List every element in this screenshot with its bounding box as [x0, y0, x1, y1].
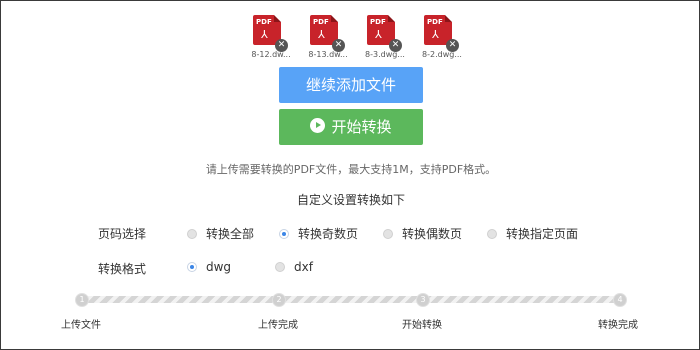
radio-checked-icon[interactable]	[187, 261, 197, 272]
radio-format-dxf[interactable]: dxf	[275, 260, 313, 274]
file-item[interactable]: PDF ⅄ ✕ 8-2.dwg...	[418, 15, 468, 61]
page-selection-label: 页码选择	[98, 227, 147, 241]
progress-track	[81, 296, 621, 303]
upload-hint: 请上传需要转换的PDF文件，最大支持1M，支持PDF格式。	[205, 163, 497, 176]
step-label: 上传文件	[61, 320, 101, 331]
acrobat-logo-icon: ⅄	[375, 28, 382, 41]
option-label: 转换奇数页	[298, 227, 359, 241]
radio-convert-even[interactable]: 转换偶数页	[383, 225, 462, 242]
option-label: 转换偶数页	[402, 227, 463, 241]
converter-panel: PDF ⅄ ✕ 8-12.dw... PDF ⅄ ✕ 8-13.dw... PD…	[0, 0, 700, 350]
pdf-badge: PDF	[313, 18, 329, 26]
radio-icon[interactable]	[383, 228, 393, 239]
radio-checked-icon[interactable]	[279, 228, 289, 239]
step-marker: 1	[75, 293, 89, 307]
start-convert-button[interactable]: 开始转换	[279, 109, 423, 145]
option-label: dwg	[206, 260, 232, 274]
start-convert-label: 开始转换	[331, 118, 392, 136]
option-label: dxf	[294, 260, 313, 274]
add-files-label: 继续添加文件	[305, 76, 396, 94]
radio-icon[interactable]	[487, 228, 497, 239]
radio-icon[interactable]	[187, 228, 197, 239]
step-marker: 2	[272, 293, 286, 307]
pdf-badge: PDF	[427, 18, 443, 26]
play-icon	[310, 118, 326, 133]
option-label: 转换全部	[206, 227, 255, 241]
uploaded-files-list: PDF ⅄ ✕ 8-12.dw... PDF ⅄ ✕ 8-13.dw... PD…	[247, 15, 467, 61]
step-label: 上传完成	[258, 320, 298, 331]
format-label: 转换格式	[98, 262, 147, 276]
acrobat-logo-icon: ⅄	[261, 28, 268, 41]
file-name: 8-13.dw...	[308, 50, 348, 59]
file-name: 8-12.dw...	[251, 50, 291, 59]
radio-convert-all[interactable]: 转换全部	[187, 225, 254, 242]
radio-convert-specified[interactable]: 转换指定页面	[487, 225, 578, 242]
radio-convert-odd[interactable]: 转换奇数页	[279, 225, 358, 242]
radio-format-dwg[interactable]: dwg	[187, 260, 231, 274]
file-item[interactable]: PDF ⅄ ✕ 8-12.dw...	[247, 15, 297, 61]
settings-title: 自定义设置转换如下	[296, 193, 405, 207]
file-name: 8-2.dwg...	[422, 50, 462, 59]
radio-icon[interactable]	[275, 261, 285, 272]
acrobat-logo-icon: ⅄	[432, 28, 439, 41]
file-item[interactable]: PDF ⅄ ✕ 8-3.dwg...	[361, 15, 411, 61]
pdf-badge: PDF	[256, 18, 272, 26]
pdf-badge: PDF	[370, 18, 386, 26]
option-label: 转换指定页面	[506, 227, 579, 241]
step-marker: 3	[416, 293, 430, 307]
step-label: 开始转换	[402, 320, 442, 331]
file-item[interactable]: PDF ⅄ ✕ 8-13.dw...	[304, 15, 354, 61]
add-files-button[interactable]: 继续添加文件	[279, 67, 423, 103]
step-label: 转换完成	[598, 320, 638, 331]
acrobat-logo-icon: ⅄	[318, 28, 325, 41]
file-name: 8-3.dwg...	[365, 50, 405, 59]
step-marker: 4	[613, 293, 627, 307]
